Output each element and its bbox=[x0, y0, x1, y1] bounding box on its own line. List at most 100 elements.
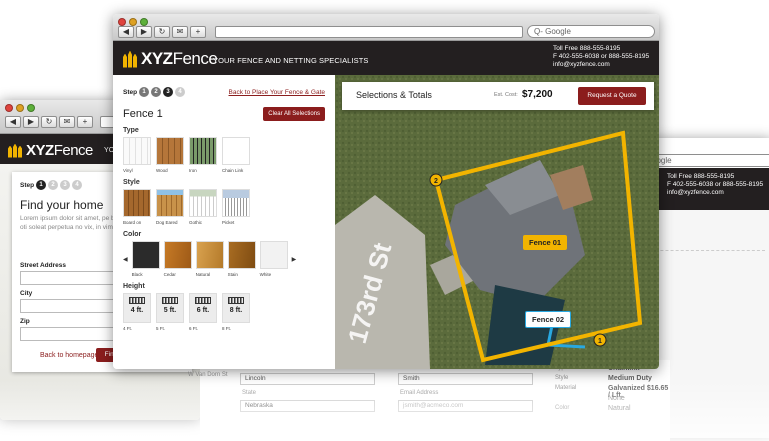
back-arrow-icon[interactable]: ◀ bbox=[5, 116, 21, 128]
nav-buttons: ◀ ▶ ↻ ✉ + bbox=[5, 116, 93, 128]
step-2[interactable]: 2 bbox=[151, 87, 162, 97]
gate-marker-2-label: 2 bbox=[434, 178, 438, 185]
style-label: Style bbox=[123, 179, 140, 186]
type-option-wood[interactable]: Wood bbox=[156, 137, 184, 173]
step-indicator: Step 1 2 3 4 bbox=[123, 87, 186, 97]
detail-natural-value: Natural bbox=[608, 405, 631, 412]
height-option-6ft[interactable]: 6 ft. 6 Ft. bbox=[189, 293, 217, 331]
fence-02-tag[interactable]: Fence 02 bbox=[525, 311, 572, 328]
clear-all-selections-button[interactable]: Clear All Selections bbox=[263, 107, 325, 121]
satellite-map[interactable]: 2 1 173rd St Fence 01 Fence 02 bbox=[335, 75, 659, 369]
color-option-black[interactable]: Black bbox=[131, 241, 160, 277]
stage: ◀ ▶ ↻ ✉ + XYZFence YOU Step 1 2 3 4 Find… bbox=[0, 0, 769, 441]
step-label: Step bbox=[123, 88, 138, 96]
forward-arrow-icon[interactable]: ▶ bbox=[23, 116, 39, 128]
color-options: ◀ Black Cedar Natural Stain White ▶ bbox=[123, 241, 325, 277]
fence-configurator-sidebar: Step 1 2 3 4 Back to Place Your Fence & … bbox=[113, 75, 335, 369]
style-option-picket[interactable]: Picket bbox=[222, 189, 250, 225]
close-window-icon[interactable] bbox=[5, 104, 13, 112]
site-logo[interactable]: XYZFence bbox=[8, 142, 93, 159]
new-tab-icon[interactable]: + bbox=[77, 116, 93, 128]
fence-logo-icon bbox=[123, 50, 137, 68]
email-label: Email Address bbox=[400, 390, 439, 396]
color-option-stain[interactable]: Stain bbox=[227, 241, 256, 277]
main-browser-window: ◀ ▶ ↻ ✉ + Q- Google XYZFence YOUR FENCE … bbox=[113, 14, 659, 369]
color-option-natural[interactable]: Natural bbox=[195, 241, 224, 277]
step-4[interactable]: 4 bbox=[175, 87, 186, 97]
fence-height-icon bbox=[195, 297, 211, 304]
type-label: Type bbox=[123, 127, 139, 134]
selections-totals-bar: Selections & Totals Est. Cost: $7,200 Re… bbox=[342, 82, 654, 110]
type-options: Vinyl Wood Iron Chain Link bbox=[123, 137, 325, 173]
email-contact[interactable]: info@xyzfence.com bbox=[553, 61, 649, 69]
step-3[interactable]: 3 bbox=[163, 87, 174, 97]
state-label: State bbox=[242, 390, 257, 396]
city-field[interactable]: Lincoln bbox=[240, 373, 375, 385]
color-option-white[interactable]: White bbox=[259, 241, 288, 277]
type-option-iron[interactable]: Iron bbox=[189, 137, 217, 173]
bookmarks-icon[interactable]: ✉ bbox=[59, 116, 75, 128]
forward-arrow-icon[interactable]: ▶ bbox=[136, 26, 152, 38]
street-footer-label: W Van Dorn St bbox=[188, 372, 228, 378]
detail-material-label: Material bbox=[555, 385, 577, 391]
fence-height-icon bbox=[129, 297, 145, 304]
color-option-cedar[interactable]: Cedar bbox=[163, 241, 192, 277]
height-label: Height bbox=[123, 283, 145, 290]
color-prev-arrow-icon[interactable]: ◀ bbox=[123, 256, 128, 263]
search-field[interactable]: Q- Google bbox=[527, 25, 655, 38]
window-controls bbox=[118, 18, 148, 26]
close-window-icon[interactable] bbox=[118, 18, 126, 26]
street-address-label: Street Address bbox=[20, 262, 66, 269]
email-field[interactable]: jsmith@acmeco.com bbox=[398, 400, 533, 412]
phone-toll-free: Toll Free 888-555-8195 bbox=[667, 173, 735, 180]
type-option-chain-link[interactable]: Chain Link bbox=[222, 137, 250, 173]
step-1[interactable]: 1 bbox=[36, 180, 47, 190]
email-contact[interactable]: info@xyzfence.com bbox=[667, 189, 763, 197]
back-to-place-fence-link[interactable]: Back to Place Your Fence & Gate bbox=[229, 89, 325, 96]
city-label: City bbox=[20, 290, 33, 297]
brand-light: Fence bbox=[172, 49, 218, 68]
phone-toll-free: Toll Free 888-555-8195 bbox=[553, 45, 621, 52]
height-options: 4 ft. 4 Ft. 5 ft. 5 Ft. 6 ft. 6 Ft. 8 ft. 8 … bbox=[123, 293, 325, 331]
zoom-window-icon[interactable] bbox=[140, 18, 148, 26]
style-option-board-on[interactable]: Board on bbox=[123, 189, 151, 225]
step-indicator: Step 1 2 3 4 bbox=[20, 180, 83, 190]
contact-info: Toll Free 888-555-8195 F 402-555-6038 or… bbox=[667, 173, 763, 197]
reload-icon[interactable]: ↻ bbox=[154, 26, 170, 38]
page-title: Find your home bbox=[20, 198, 104, 212]
back-arrow-icon[interactable]: ◀ bbox=[118, 26, 134, 38]
search-field[interactable]: oogle bbox=[645, 154, 769, 167]
step-3[interactable]: 3 bbox=[60, 180, 71, 190]
last-name-field[interactable]: Smith bbox=[398, 373, 533, 385]
est-cost-value: $7,200 bbox=[522, 89, 553, 100]
map-canvas[interactable]: 2 1 173rd St bbox=[335, 75, 659, 369]
height-option-4ft[interactable]: 4 ft. 4 Ft. bbox=[123, 293, 151, 331]
state-select[interactable]: Nebraska bbox=[240, 400, 375, 412]
type-option-vinyl[interactable]: Vinyl bbox=[123, 137, 151, 173]
fence-title: Fence 1 bbox=[123, 108, 163, 120]
bookmarks-icon[interactable]: ✉ bbox=[172, 26, 188, 38]
style-option-gothic[interactable]: Gothic bbox=[189, 189, 217, 225]
new-tab-icon[interactable]: + bbox=[190, 26, 206, 38]
minimize-window-icon[interactable] bbox=[16, 104, 24, 112]
contact-info: Toll Free 888-555-8195 F 402-555-6038 or… bbox=[553, 45, 649, 69]
fence-logo-icon bbox=[8, 143, 22, 158]
site-logo[interactable]: XYZFence bbox=[123, 49, 218, 69]
back-to-homepage-link[interactable]: Back to homepage bbox=[40, 352, 98, 359]
step-4[interactable]: 4 bbox=[72, 180, 83, 190]
brand-bold: XYZ bbox=[141, 49, 173, 68]
step-2[interactable]: 2 bbox=[48, 180, 59, 190]
brand-bold: XYZ bbox=[26, 142, 54, 159]
address-bar[interactable] bbox=[215, 26, 523, 38]
fence-01-tag[interactable]: Fence 01 bbox=[523, 235, 568, 250]
request-quote-button[interactable]: Request a Quote bbox=[578, 87, 646, 105]
step-1[interactable]: 1 bbox=[139, 87, 150, 97]
minimize-window-icon[interactable] bbox=[129, 18, 137, 26]
height-option-5ft[interactable]: 5 ft. 5 Ft. bbox=[156, 293, 184, 331]
height-option-8ft[interactable]: 8 ft. 8 Ft. bbox=[222, 293, 250, 331]
phone-fax: F 402-555-6038 or 888-555-8195 bbox=[553, 53, 650, 60]
zoom-window-icon[interactable] bbox=[27, 104, 35, 112]
color-next-arrow-icon[interactable]: ▶ bbox=[292, 256, 297, 263]
style-option-dog-eared[interactable]: Dog Eared bbox=[156, 189, 184, 225]
reload-icon[interactable]: ↻ bbox=[41, 116, 57, 128]
